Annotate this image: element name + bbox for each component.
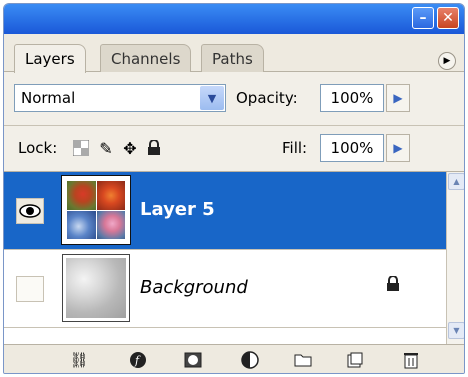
lock-transparency-icon[interactable] [71,138,91,158]
tab-paths[interactable]: Paths [201,44,264,72]
layer-mask-icon[interactable] [182,350,204,370]
layer-name[interactable]: Background [140,277,248,298]
tab-layers[interactable]: Layers [14,44,86,73]
fill-field[interactable]: 100% [320,134,384,162]
lock-label: Lock: [18,139,58,157]
adjustment-layer-icon[interactable] [240,350,262,370]
fill-slider-arrow-icon[interactable]: ▶ [386,134,410,162]
delete-layer-icon[interactable] [400,350,422,370]
visibility-toggle-empty[interactable] [16,276,44,302]
layer-thumbnail [62,254,130,322]
layer-row-background[interactable]: Background [4,250,446,328]
lock-fill-row: Lock: ✎ ✥ Fill: 100% ▶ [4,126,464,172]
layer-row-layer-5[interactable]: Layer 5 [4,172,446,250]
scroll-down-icon[interactable]: ▼ [448,322,464,339]
new-group-icon[interactable] [292,350,314,370]
minimize-button[interactable]: – [412,7,434,29]
layers-scrollbar[interactable]: ▲ ▼ [446,172,464,344]
layer-name[interactable]: Layer 5 [140,199,215,220]
blend-mode-select[interactable]: Normal ▼ [14,84,226,112]
layers-list: Layer 5 Background [4,172,446,344]
blend-opacity-row: Normal ▼ Opacity: 100% ▶ [4,72,464,126]
panel-tabs: Layers Channels Paths ▶ [4,34,464,73]
opacity-slider-arrow-icon[interactable]: ▶ [386,84,410,112]
opacity-label: Opacity: [236,89,298,107]
visibility-eye-icon[interactable] [16,198,44,224]
fill-label: Fill: [282,139,308,157]
lock-all-icon[interactable] [144,138,164,158]
lock-position-icon[interactable]: ✥ [120,138,140,158]
layers-bottom-toolbar: ⛓ f [4,344,464,373]
layers-panel: – ✕ Layers Channels Paths ▶ Normal ▼ Opa… [3,3,465,374]
palette-title-bar[interactable]: – ✕ [4,4,464,34]
scroll-up-icon[interactable]: ▲ [448,173,464,190]
panel-menu-icon[interactable]: ▶ [438,52,456,70]
lock-image-pixels-icon[interactable]: ✎ [96,138,116,158]
blend-mode-value: Normal [21,89,76,107]
layer-lock-icon [386,275,400,296]
layer-style-icon[interactable]: f [128,350,150,370]
opacity-field[interactable]: 100% [320,84,384,112]
new-layer-icon[interactable] [344,350,366,370]
close-button[interactable]: ✕ [437,7,459,29]
layer-thumbnail [61,175,131,245]
tab-channels[interactable]: Channels [100,44,192,72]
chevron-down-icon[interactable]: ▼ [200,86,224,110]
link-layers-icon[interactable]: ⛓ [68,350,90,370]
